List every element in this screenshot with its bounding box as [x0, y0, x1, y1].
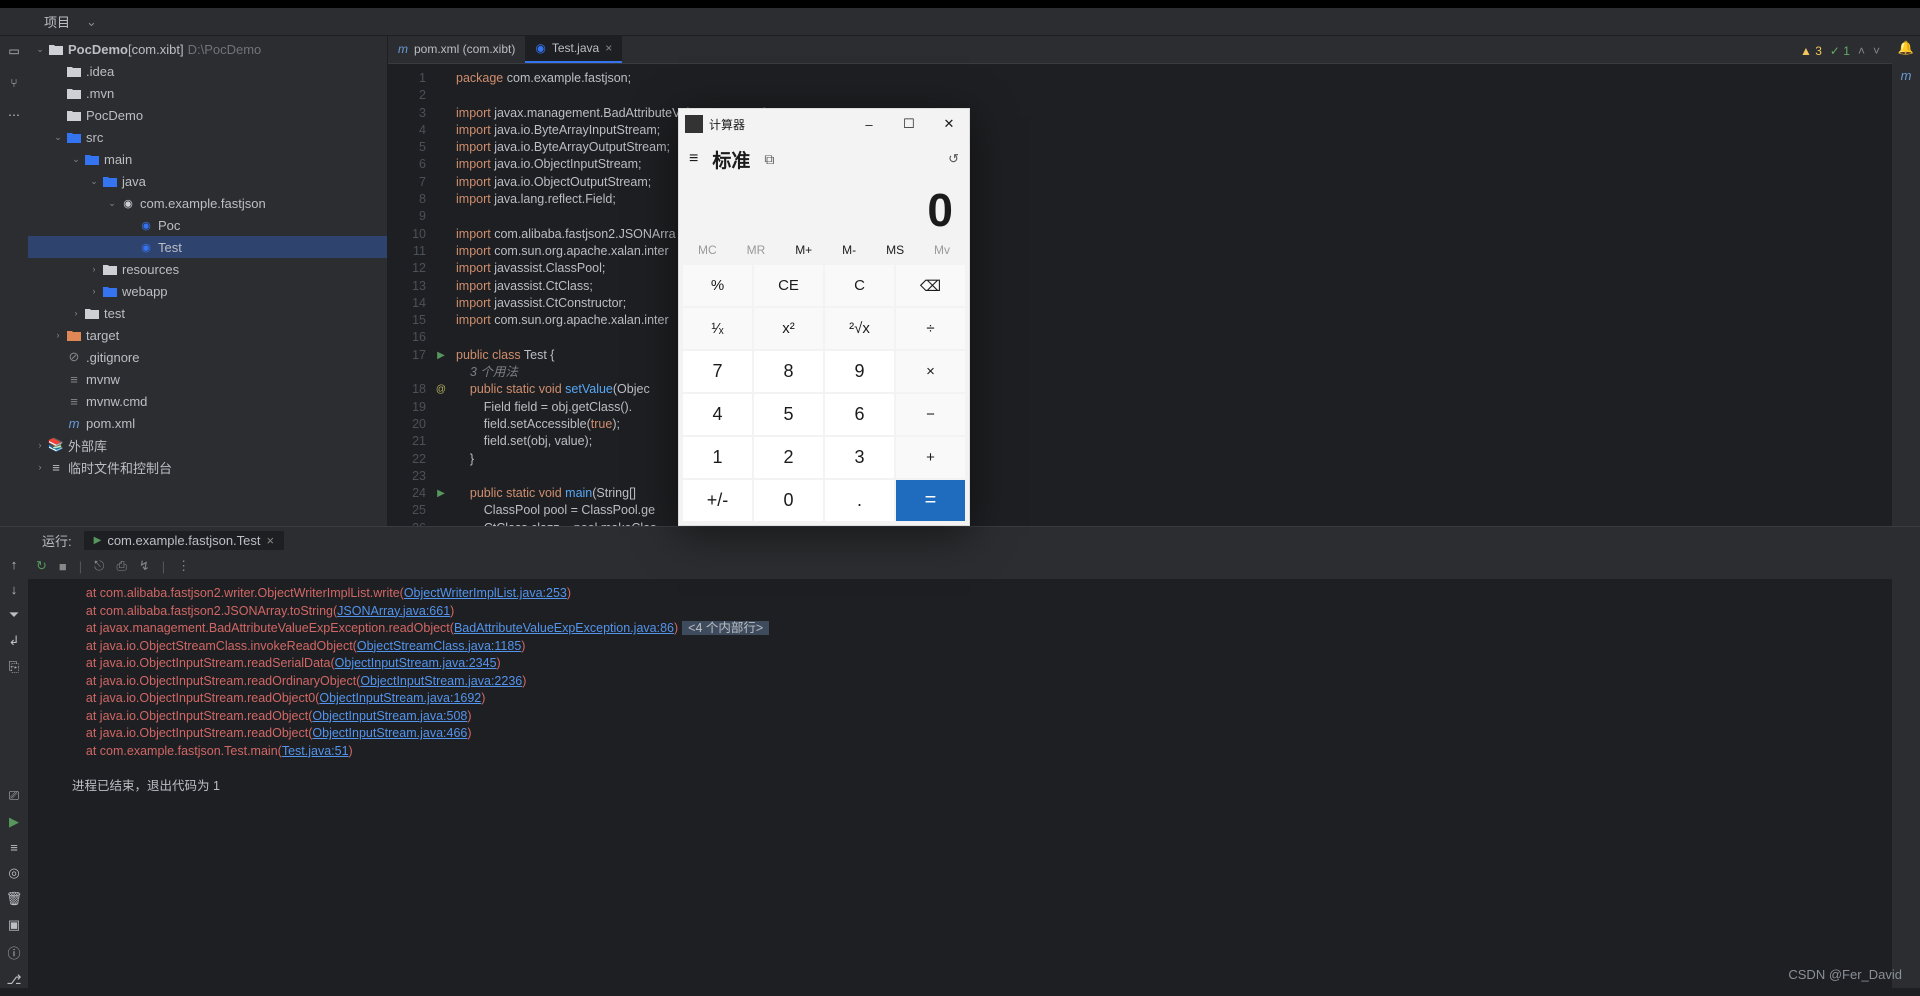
chevron-down-icon[interactable]: ˅	[1873, 44, 1880, 58]
editor-tab[interactable]: mpom.xml (com.xibt)	[388, 35, 525, 63]
pin-icon[interactable]: ⧉	[764, 151, 774, 168]
tree-item[interactable]: ›test	[28, 302, 387, 324]
run-label: 运行:	[36, 531, 78, 550]
calc-mem-M+[interactable]: M+	[795, 243, 812, 257]
maximize-button[interactable]: ☐	[889, 116, 929, 132]
calc-mem-MC[interactable]: MC	[698, 243, 717, 257]
calc-btn[interactable]: .	[825, 480, 894, 521]
layers-icon[interactable]: ≡	[10, 840, 18, 855]
calc-btn[interactable]: 8	[754, 351, 823, 392]
calc-btn[interactable]: =	[896, 480, 965, 521]
tree-item[interactable]: ⌄main	[28, 148, 387, 170]
history-icon[interactable]: ↺	[948, 151, 959, 167]
editor-tab[interactable]: ◉Test.java×	[525, 35, 622, 63]
calc-btn[interactable]: +	[896, 437, 965, 478]
calc-btn[interactable]: ²√x	[825, 308, 894, 349]
tree-item[interactable]: ◉Poc	[28, 214, 387, 236]
folder-icon[interactable]: ▭	[5, 42, 23, 60]
calculator-menu-icon[interactable]: ≡	[689, 150, 698, 168]
more-icon[interactable]: ⋯	[5, 106, 23, 124]
vcs-icon[interactable]: ⎇	[7, 972, 22, 988]
tree-item[interactable]: ≡mvnw.cmd	[28, 390, 387, 412]
calc-mem-Mv[interactable]: Mv	[934, 243, 950, 257]
calculator-app-icon	[685, 115, 703, 133]
terminal-icon[interactable]: ▣	[8, 917, 20, 933]
target-icon[interactable]: ◎	[8, 865, 19, 881]
calc-btn[interactable]: x²	[754, 308, 823, 349]
calc-mem-MS[interactable]: MS	[886, 243, 904, 257]
tree-item[interactable]: .idea	[28, 60, 387, 82]
code-editor[interactable]: package com.example.fastjson;import java…	[448, 64, 1892, 526]
calc-btn[interactable]: 5	[754, 394, 823, 435]
wrap-icon[interactable]: ↲	[9, 633, 20, 649]
run-config-tab[interactable]: ▶ com.example.fastjson.Test ×	[84, 531, 284, 550]
filter-icon[interactable]: ⏷	[9, 607, 19, 623]
tree-item[interactable]: ⌄src	[28, 126, 387, 148]
more-icon[interactable]: ⋮	[177, 558, 190, 574]
tree-item[interactable]: ›resources	[28, 258, 387, 280]
stop-icon[interactable]: ■	[59, 559, 67, 574]
notifications-icon[interactable]: 🔔	[1898, 40, 1914, 56]
calc-btn[interactable]: 4	[683, 394, 752, 435]
calc-btn[interactable]: ¹⁄ₓ	[683, 308, 752, 349]
calc-btn[interactable]: +/-	[683, 480, 752, 521]
tree-item[interactable]: mpom.xml	[28, 412, 387, 434]
tree-root[interactable]: ⌄PocDemo [com.xibt]D:\PocDemo	[28, 38, 387, 60]
calc-mem-MR[interactable]: MR	[747, 243, 766, 257]
calc-btn[interactable]: 1	[683, 437, 752, 478]
calc-btn[interactable]: C	[825, 265, 894, 306]
calc-btn[interactable]: ÷	[896, 308, 965, 349]
t1-icon[interactable]: ⎚	[9, 788, 19, 804]
tree-extlib[interactable]: ›📚外部库	[28, 434, 387, 456]
calc-btn[interactable]: 7	[683, 351, 752, 392]
calculator-display: 0	[679, 179, 969, 239]
watermark: CSDN @Fer_David	[1788, 967, 1902, 982]
warnings-badge[interactable]: ▲ 3	[1800, 44, 1822, 58]
info-icon[interactable]: ⓘ	[7, 943, 20, 962]
calc-btn[interactable]: 2	[754, 437, 823, 478]
calc-btn[interactable]: CE	[754, 265, 823, 306]
tree-item[interactable]: .mvn	[28, 82, 387, 104]
tree-item[interactable]: PocDemo	[28, 104, 387, 126]
exit-icon[interactable]: ⎋	[94, 558, 104, 574]
play-icon[interactable]: ▶	[9, 814, 19, 830]
scroll-icon[interactable]: ⎘	[9, 659, 19, 675]
tree-item[interactable]: ›target	[28, 324, 387, 346]
calc-btn[interactable]: −	[896, 394, 965, 435]
calc-btn[interactable]: 0	[754, 480, 823, 521]
project-tab-chevron[interactable]: ⌄	[78, 14, 105, 30]
rerun-icon[interactable]: ↻	[36, 558, 47, 574]
tree-scratch[interactable]: ›≡临时文件和控制台	[28, 456, 387, 478]
tree-item[interactable]: ›webapp	[28, 280, 387, 302]
tree-item[interactable]: ≡mvnw	[28, 368, 387, 390]
structure-icon[interactable]: ⑂	[5, 74, 23, 92]
close-button[interactable]: ✕	[929, 116, 969, 132]
calc-btn[interactable]: ⌫	[896, 265, 965, 306]
tree-item[interactable]: ⊘.gitignore	[28, 346, 387, 368]
minimize-button[interactable]: –	[849, 117, 889, 132]
calculator-window: 计算器 – ☐ ✕ ≡ 标准 ⧉ ↺ 0 MC MR M+ M- MS Mv %CEC⌫ ¹…	[678, 108, 970, 526]
settings-icon[interactable]: ↯	[139, 558, 150, 574]
down-icon[interactable]: ↓	[11, 582, 18, 597]
calc-mem-M-[interactable]: M-	[842, 243, 856, 257]
run-output[interactable]: at com.alibaba.fastjson2.writer.ObjectWr…	[28, 579, 1892, 988]
calculator-title: 计算器	[709, 116, 849, 133]
calculator-mode: 标准	[712, 146, 750, 173]
chevron-up-icon[interactable]: ˄	[1858, 44, 1865, 58]
print-icon[interactable]: ⎙	[116, 558, 126, 574]
calc-btn[interactable]: 6	[825, 394, 894, 435]
tree-item[interactable]: ⌄◉com.example.fastjson	[28, 192, 387, 214]
project-tab[interactable]: 项目	[36, 12, 78, 31]
calc-btn[interactable]: 9	[825, 351, 894, 392]
calc-btn[interactable]: ×	[896, 351, 965, 392]
tree-item[interactable]: ◉Test	[28, 236, 387, 258]
ok-badge[interactable]: ✓ 1	[1830, 44, 1850, 58]
trash-icon[interactable]: 🗑	[6, 891, 23, 907]
project-tree: ⌄PocDemo [com.xibt]D:\PocDemo.idea.mvnPo…	[28, 36, 388, 526]
tree-item[interactable]: ⌄java	[28, 170, 387, 192]
calc-btn[interactable]: %	[683, 265, 752, 306]
calc-btn[interactable]: 3	[825, 437, 894, 478]
up-icon[interactable]: ↑	[11, 557, 18, 572]
maven-tool-icon[interactable]: m	[1901, 68, 1912, 83]
